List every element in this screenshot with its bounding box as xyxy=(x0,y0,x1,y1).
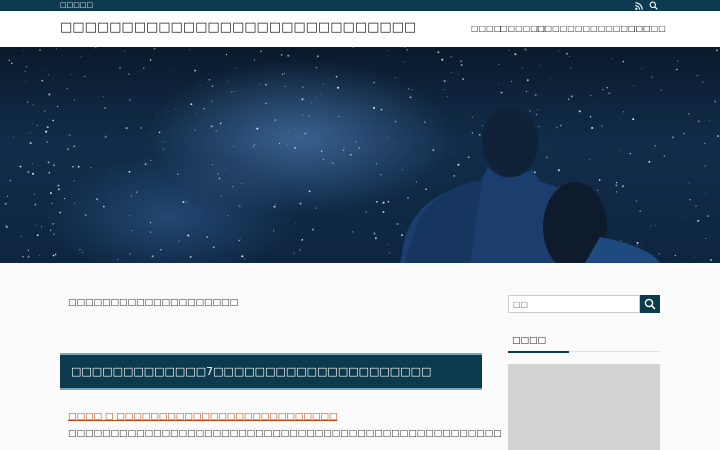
post-excerpt: □□□□□□□□□□□□□□□□□□□□□□□□□□□□□□□□□□□□□□□□… xyxy=(68,429,502,439)
breadcrumb[interactable]: □□□□□□□□□□□□□□□□□□□□ xyxy=(68,298,238,309)
widget-divider-accent xyxy=(508,351,569,353)
post-meta-link[interactable]: □□□□ □ □□□□□□□□□□□□□□□□□□□□□□□□□□ xyxy=(68,412,337,423)
nav-item-1[interactable]: □□□□ xyxy=(471,24,501,34)
widget-title: □□□□ xyxy=(512,336,547,346)
search-icon xyxy=(644,298,656,310)
search-input[interactable] xyxy=(508,295,640,313)
nav-item-5[interactable]: □□□□□ xyxy=(628,24,666,34)
site-tagline: □□□□□ xyxy=(60,1,94,9)
nav-item-3[interactable]: □□□□□ xyxy=(537,24,575,34)
post-title-bar: □□□□□□□□□□□□□7□□□□□□□□□□□□□□□□□□□□□ xyxy=(60,353,482,390)
search-button[interactable] xyxy=(640,295,660,313)
site-header: □□□□□□□□□□□□□□□□□□□□□□□□□□□□□ □□□□ □□□□□… xyxy=(0,11,720,48)
site-title[interactable]: □□□□□□□□□□□□□□□□□□□□□□□□□□□□□ xyxy=(60,19,416,37)
couple-silhouette xyxy=(400,107,660,263)
rss-icon[interactable] xyxy=(635,2,643,10)
post-title[interactable]: □□□□□□□□□□□□□7□□□□□□□□□□□□□□□□□□□□□ xyxy=(71,365,431,379)
ad-placeholder xyxy=(508,364,660,450)
top-bar: □□□□□ xyxy=(0,0,720,11)
hero-image xyxy=(0,47,720,263)
search-icon[interactable] xyxy=(649,1,658,10)
